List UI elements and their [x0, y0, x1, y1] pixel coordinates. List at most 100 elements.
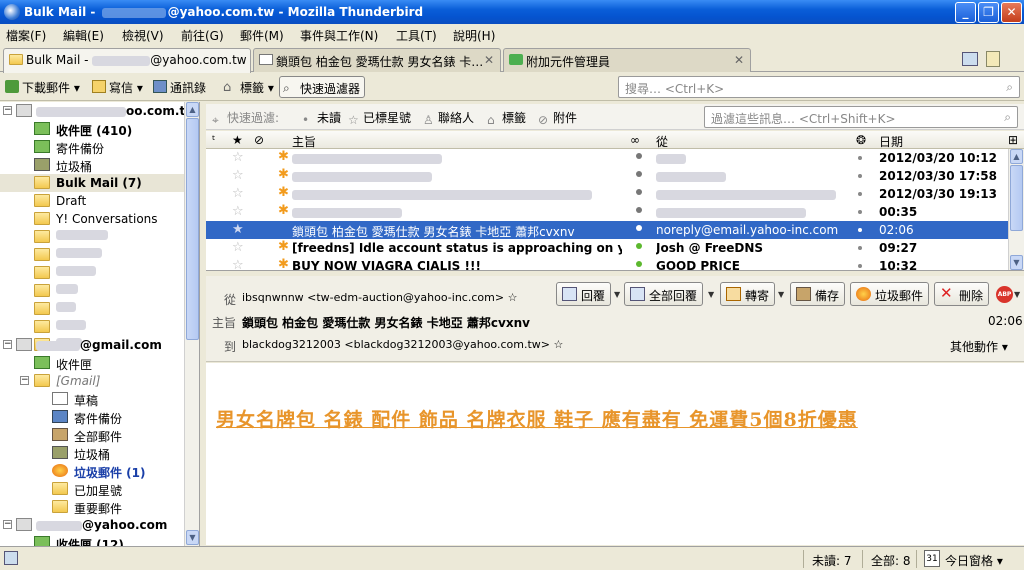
scroll-down-arrow[interactable]: ▼	[186, 530, 199, 545]
collapse-toggle[interactable]: −	[3, 520, 12, 529]
star-column-icon[interactable]: ★	[232, 133, 243, 147]
thread-column-icon[interactable]: ᵗ	[212, 133, 216, 147]
message-row-selected[interactable]: ★ 鎖頭包 柏金包 愛瑪仕款 男女名錶 卡地亞 蕭邦cvxnv noreply@…	[206, 221, 1008, 239]
menu-tools[interactable]: 工具(T)	[396, 27, 437, 44]
read-dot[interactable]	[636, 243, 642, 249]
folder-redacted[interactable]	[0, 228, 184, 246]
forward-dropdown-icon[interactable]: ▼	[778, 290, 784, 299]
star-icon[interactable]: ☆	[232, 204, 244, 219]
junk-column-icon[interactable]: ❂	[856, 133, 866, 147]
account-gmail[interactable]: − @gmail.com	[0, 336, 184, 354]
message-row[interactable]: ☆ ✱ BUY NOW VIAGRA CIALIS !!! GOOD PRICE…	[206, 257, 1008, 270]
filter-attachment[interactable]: ⊘ 附件	[538, 109, 577, 127]
folder-redacted[interactable]	[0, 300, 184, 318]
folder-gmail-inbox[interactable]: 收件匣	[0, 354, 184, 372]
collapse-toggle[interactable]: −	[3, 106, 12, 115]
menu-view[interactable]: 檢視(V)	[122, 27, 164, 44]
account-yahoo-com[interactable]: − @yahoo.com	[0, 516, 184, 534]
calendar-tasks-icon[interactable]	[986, 51, 1000, 67]
today-pane-button[interactable]: 今日窗格 ▾	[945, 552, 1003, 569]
junk-dot[interactable]	[858, 156, 862, 160]
menu-file[interactable]: 檔案(F)	[6, 27, 46, 44]
write-button[interactable]: 寫信 ▾	[89, 76, 147, 98]
adblock-icon[interactable]: ABP	[996, 286, 1013, 303]
other-actions-button[interactable]: 其他動作 ▾	[950, 338, 1008, 355]
junk-dot[interactable]	[858, 228, 862, 232]
folder-gmail[interactable]: − [Gmail]	[0, 372, 184, 390]
scroll-thumb[interactable]	[1010, 165, 1023, 231]
collapse-toggle[interactable]: −	[3, 340, 12, 349]
promo-link[interactable]: 男女名牌包 名錶 配件 飾品 名牌衣服 鞋子 應有盡有 免運費5個8折優惠	[216, 405, 858, 432]
reply-dropdown-icon[interactable]: ▼	[614, 290, 620, 299]
maximize-button[interactable]: ❐	[978, 2, 999, 23]
menu-go[interactable]: 前往(G)	[181, 27, 224, 44]
star-icon[interactable]: ☆	[232, 258, 244, 270]
quick-filter-button[interactable]: ⌕ 快速過濾器	[279, 76, 366, 98]
reply-all-button[interactable]: 全部回覆	[624, 282, 704, 306]
layout-icon[interactable]	[962, 52, 978, 66]
junk-dot[interactable]	[858, 210, 862, 214]
adblock-dropdown-icon[interactable]: ▼	[1014, 290, 1020, 299]
collapse-toggle[interactable]: −	[20, 376, 29, 385]
folder-trash[interactable]: 垃圾桶	[0, 156, 184, 174]
close-tab-icon[interactable]: ✕	[484, 53, 494, 67]
message-row[interactable]: ☆ ✱ 00:35	[206, 203, 1008, 221]
read-column-icon[interactable]: ∞	[630, 133, 640, 147]
folder-gmail-starred[interactable]: 已加星號	[0, 480, 184, 498]
junk-dot[interactable]	[858, 246, 862, 250]
filter-tags[interactable]: ⌂ 標籤	[487, 109, 526, 127]
column-picker-icon[interactable]: ⊞	[1008, 133, 1018, 147]
message-row[interactable]: ☆ ✱ 2012/03/20 10:12	[206, 149, 1008, 167]
reply-all-dropdown-icon[interactable]: ▼	[708, 290, 714, 299]
message-row[interactable]: ☆ ✱ 2012/03/30 19:13	[206, 185, 1008, 203]
subject-column[interactable]: 主旨	[292, 133, 316, 150]
read-dot[interactable]	[636, 189, 642, 195]
menu-events[interactable]: 事件與工作(N)	[300, 27, 378, 44]
folder-redacted[interactable]	[0, 264, 184, 282]
filter-contact[interactable]: ♙ 聯絡人	[423, 109, 474, 127]
from-column[interactable]: 從	[656, 133, 668, 150]
scroll-thumb[interactable]	[186, 118, 199, 340]
star-icon[interactable]: ☆	[553, 338, 563, 351]
read-dot[interactable]	[636, 225, 642, 231]
read-dot[interactable]	[636, 153, 642, 159]
address-book-button[interactable]: 通訊錄	[150, 76, 210, 98]
junk-dot[interactable]	[858, 192, 862, 196]
close-tab-icon[interactable]: ✕	[734, 53, 744, 67]
folder-gmail-trash[interactable]: 垃圾桶	[0, 444, 184, 462]
scroll-up-arrow[interactable]: ▲	[186, 102, 199, 117]
read-dot[interactable]	[636, 261, 642, 267]
folder-redacted[interactable]	[0, 318, 184, 336]
filter-unread[interactable]: • 未讀	[302, 109, 341, 127]
online-status-icon[interactable]	[4, 551, 18, 565]
star-icon[interactable]: ★	[232, 222, 244, 237]
folder-redacted[interactable]	[0, 282, 184, 300]
reply-button[interactable]: 回覆	[556, 282, 612, 306]
folder-gmail-all[interactable]: 全部郵件	[0, 426, 184, 444]
star-icon[interactable]: ☆	[232, 150, 244, 165]
star-icon[interactable]: ☆	[232, 168, 244, 183]
date-column[interactable]: 日期	[879, 133, 903, 150]
folder-bulk-mail[interactable]: Bulk Mail (7)	[0, 174, 184, 192]
star-icon[interactable]: ☆	[232, 186, 244, 201]
folder-gmail-drafts[interactable]: 草稿	[0, 390, 184, 408]
minimize-button[interactable]: _	[955, 2, 976, 23]
scroll-up-arrow[interactable]: ▲	[1010, 149, 1023, 164]
folder-yahoo-inbox[interactable]: 收件匣 (12)	[0, 534, 184, 546]
attachment-column-icon[interactable]: ⊘	[254, 133, 264, 147]
read-dot[interactable]	[636, 207, 642, 213]
get-mail-button[interactable]: 下載郵件 ▾	[2, 76, 84, 98]
tab-message[interactable]: 鎖頭包 柏金包 愛瑪仕款 男女名錶 卡… ✕	[253, 48, 501, 72]
filter-messages-input[interactable]: 過濾這些訊息… <Ctrl+Shift+K> ⌕	[704, 106, 1018, 128]
read-dot[interactable]	[636, 171, 642, 177]
folder-gmail-spam[interactable]: 垃圾郵件 (1)	[0, 462, 184, 480]
tag-button[interactable]: ⌂ 標籤 ▾	[220, 76, 278, 98]
close-button[interactable]: ✕	[1001, 2, 1022, 23]
folder-scrollbar[interactable]: ▲ ▼	[184, 102, 199, 546]
forward-button[interactable]: 轉寄	[720, 282, 776, 306]
star-icon[interactable]: ☆	[232, 240, 244, 255]
folder-gmail-important[interactable]: 重要郵件	[0, 498, 184, 516]
from-value[interactable]: ibsqnwnnw <tw-edm-auction@yahoo-inc.com>…	[242, 291, 517, 304]
menu-edit[interactable]: 編輯(E)	[63, 27, 104, 44]
star-icon[interactable]: ☆	[508, 291, 518, 304]
